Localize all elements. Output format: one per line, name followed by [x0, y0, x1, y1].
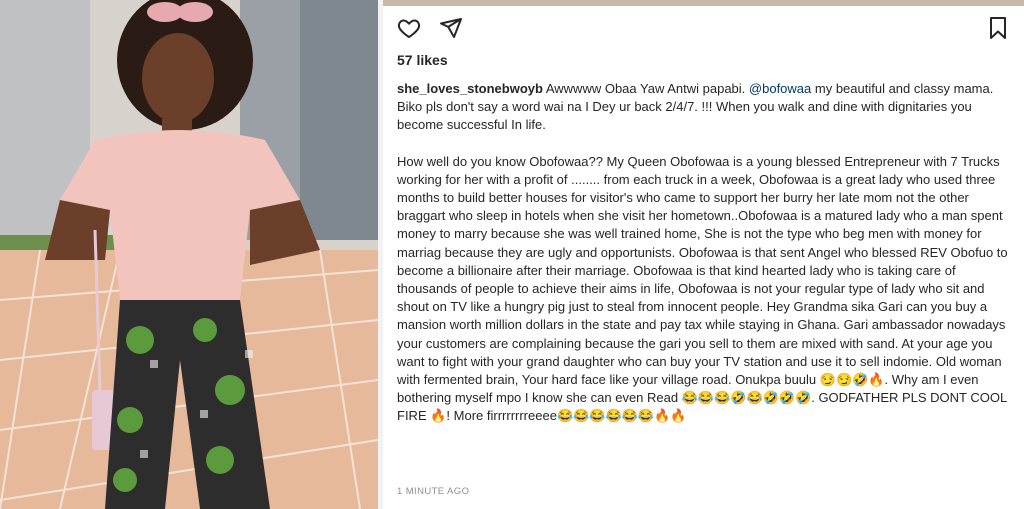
- likes-count[interactable]: 57 likes: [397, 52, 448, 68]
- post-caption: she_loves_stonebwoyb Awwwww Obaa Yaw Ant…: [397, 80, 1013, 444]
- send-icon[interactable]: [437, 14, 465, 42]
- photo-illustration: [0, 0, 378, 509]
- action-bar: [395, 14, 465, 42]
- top-photo-strip: [383, 0, 1024, 6]
- emoji-run-2: 😂😂😂🤣😂🤣🤣🤣: [681, 390, 812, 406]
- post-timestamp[interactable]: 1 MINUTE AGO: [397, 486, 469, 497]
- caption-paragraph-2: How well do you know Obofowaa?? My Queen…: [397, 153, 1013, 426]
- caption-text-2a: How well do you know Obofowaa?? My Queen…: [397, 153, 1008, 388]
- heart-icon[interactable]: [395, 14, 423, 42]
- emoji-run-4: 😂😂😂😂😂😂🔥🔥: [556, 408, 687, 424]
- mention-link[interactable]: @bofowaa: [749, 81, 811, 96]
- caption-paragraph-1: she_loves_stonebwoyb Awwwww Obaa Yaw Ant…: [397, 80, 1013, 135]
- emoji-run-1: 😏😏🤣🔥: [819, 372, 885, 388]
- caption-text-1a: Awwwww Obaa Yaw Antwi papabi.: [542, 81, 749, 96]
- bookmark-icon[interactable]: [984, 14, 1012, 42]
- emoji-run-3: 🔥: [430, 408, 447, 424]
- post-details-panel: 57 likes she_loves_stonebwoyb Awwwww Oba…: [383, 0, 1024, 509]
- post-photo[interactable]: [0, 0, 378, 509]
- username-link[interactable]: she_loves_stonebwoyb: [397, 81, 543, 96]
- caption-text-2d: ! More firrrrrrrreeee: [446, 408, 557, 424]
